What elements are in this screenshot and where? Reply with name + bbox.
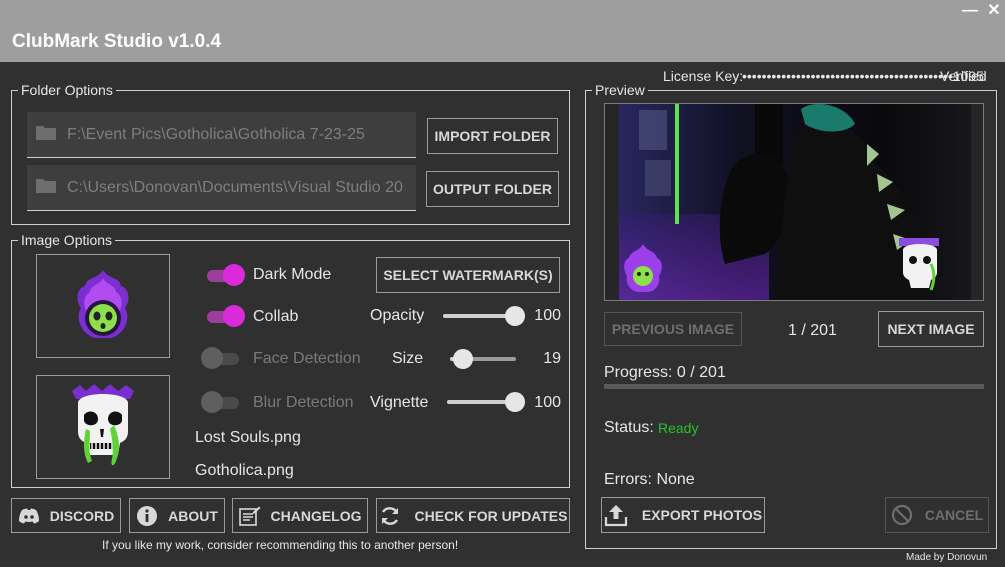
progress-label: Progress: 0 / 201 <box>604 364 726 381</box>
opacity-slider[interactable] <box>443 306 525 326</box>
preview-legend: Preview <box>592 82 648 98</box>
lost-souls-logo <box>77 270 129 338</box>
next-image-button[interactable]: NEXT IMAGE <box>878 311 984 347</box>
collab-label: Collab <box>253 308 299 325</box>
discord-icon <box>18 508 40 524</box>
changelog-button[interactable]: CHANGELOG <box>232 498 368 533</box>
preview-photo <box>619 104 971 300</box>
about-button[interactable]: ABOUT <box>129 498 225 533</box>
status-label: Status: <box>604 419 654 436</box>
size-slider-handle[interactable] <box>452 349 473 369</box>
check-updates-label: CHECK FOR UPDATES <box>414 507 568 524</box>
export-photos-label: EXPORT PHOTOS <box>641 507 763 523</box>
cancel-button[interactable]: CANCEL <box>885 497 989 533</box>
changelog-label: CHANGELOG <box>270 507 362 524</box>
footer-note: If you like my work, consider recommendi… <box>102 538 459 552</box>
title-bar: ClubMark Studio v1.0.4 — ✕ <box>0 0 1005 62</box>
app-title: ClubMark Studio v1.0.4 <box>12 31 222 52</box>
about-label: ABOUT <box>168 507 218 524</box>
cancel-icon <box>891 504 913 526</box>
previous-image-button[interactable]: PREVIOUS IMAGE <box>604 312 742 346</box>
cancel-label: CANCEL <box>924 507 984 523</box>
watermark-thumbnail-gotholica[interactable] <box>36 375 170 479</box>
gotholica-logo <box>72 384 134 466</box>
dark-mode-toggle[interactable] <box>205 264 245 286</box>
import-path-field[interactable]: F:\Event Pics\Gotholica\Gotholica 7-23-2… <box>27 112 416 158</box>
blur-detection-label: Blur Detection <box>253 394 354 411</box>
folder-icon <box>35 123 57 146</box>
size-value: 19 <box>543 350 561 367</box>
status-value: Ready <box>658 420 699 436</box>
license-key-label: License Key: <box>663 68 744 84</box>
watermark-filename-2: Gotholica.png <box>195 462 294 479</box>
license-status: Verified <box>940 68 987 84</box>
export-photos-button[interactable]: EXPORT PHOTOS <box>601 497 765 533</box>
preview-image-frame <box>604 103 984 301</box>
folder-options-legend: Folder Options <box>18 82 116 98</box>
folder-icon <box>35 176 57 199</box>
changelog-icon <box>238 506 261 526</box>
import-folder-button[interactable]: IMPORT FOLDER <box>427 118 558 154</box>
face-detection-label: Face Detection <box>253 350 361 367</box>
discord-label: DISCORD <box>49 507 115 524</box>
vignette-slider[interactable] <box>447 392 525 412</box>
discord-button[interactable]: DISCORD <box>11 498 121 533</box>
errors-label: Errors: None <box>604 471 695 488</box>
minimize-button[interactable]: — <box>961 2 979 20</box>
progress-bar <box>604 384 984 389</box>
watermark-thumbnail-lost-souls[interactable] <box>36 254 170 358</box>
check-updates-button[interactable]: CHECK FOR UPDATES <box>376 498 570 533</box>
image-counter: 1 / 201 <box>788 322 837 339</box>
vignette-value: 100 <box>534 394 561 411</box>
output-folder-button[interactable]: OUTPUT FOLDER <box>426 171 559 207</box>
size-slider[interactable] <box>450 349 516 369</box>
close-button[interactable]: ✕ <box>985 1 1003 21</box>
opacity-value: 100 <box>534 307 561 324</box>
size-label: Size <box>392 350 424 367</box>
blur-detection-toggle[interactable] <box>201 391 241 413</box>
collab-toggle[interactable] <box>205 305 245 327</box>
refresh-icon <box>379 505 401 527</box>
import-path-text: F:\Event Pics\Gotholica\Gotholica 7-23-2… <box>67 125 365 143</box>
face-detection-toggle[interactable] <box>201 347 241 369</box>
image-options-legend: Image Options <box>18 232 116 248</box>
dark-mode-label: Dark Mode <box>253 266 332 283</box>
opacity-label: Opacity <box>370 307 425 324</box>
output-path-field[interactable]: C:\Users\Donovan\Documents\Visual Studio… <box>27 165 416 211</box>
upload-icon <box>604 503 628 527</box>
select-watermark-button[interactable]: SELECT WATERMARK(S) <box>376 257 560 293</box>
credit-text: Made by Donovun <box>906 552 988 563</box>
vignette-label: Vignette <box>370 394 429 411</box>
watermark-filename-1: Lost Souls.png <box>195 429 301 446</box>
output-path-text: C:\Users\Donovan\Documents\Visual Studio… <box>67 178 403 196</box>
info-icon <box>136 505 158 527</box>
